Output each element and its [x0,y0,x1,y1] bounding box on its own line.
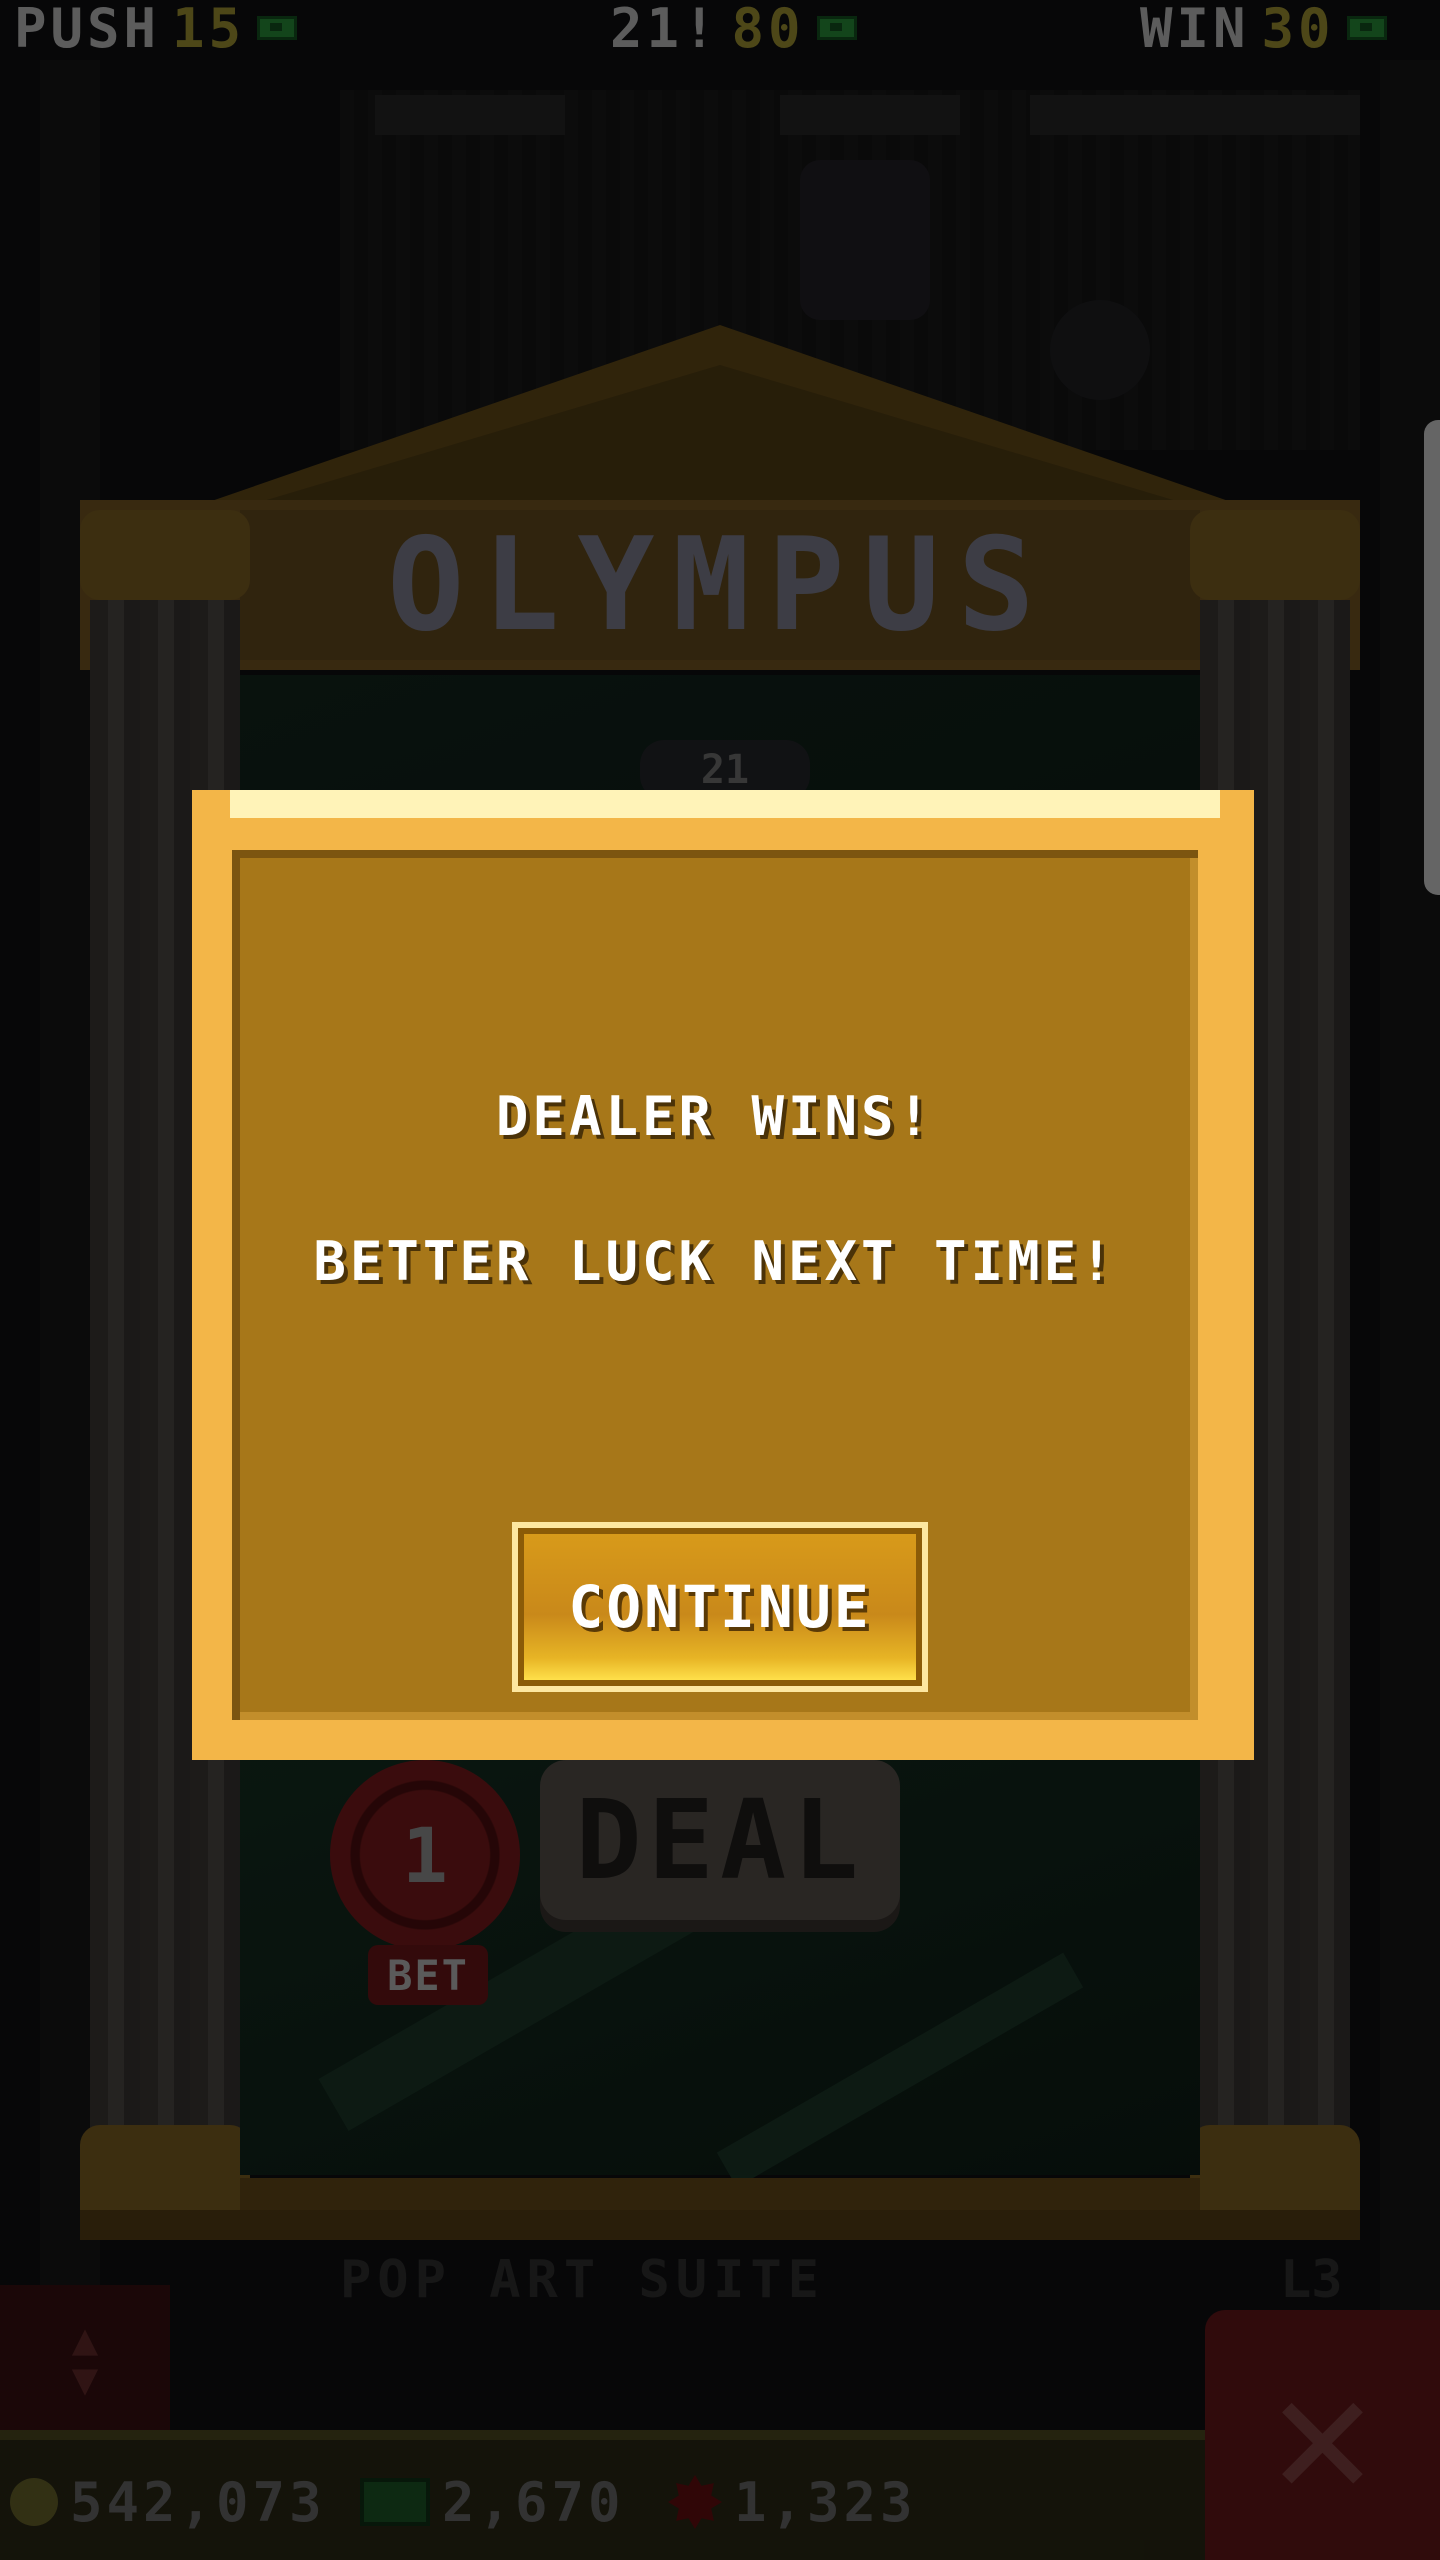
continue-button[interactable]: CONTINUE [512,1522,928,1692]
continue-label: CONTINUE [518,1528,922,1686]
result-message: BETTER LUCK NEXT TIME! [313,1230,1117,1293]
dialog-highlight [230,790,1220,818]
result-title: DEALER WINS! [495,1085,935,1148]
